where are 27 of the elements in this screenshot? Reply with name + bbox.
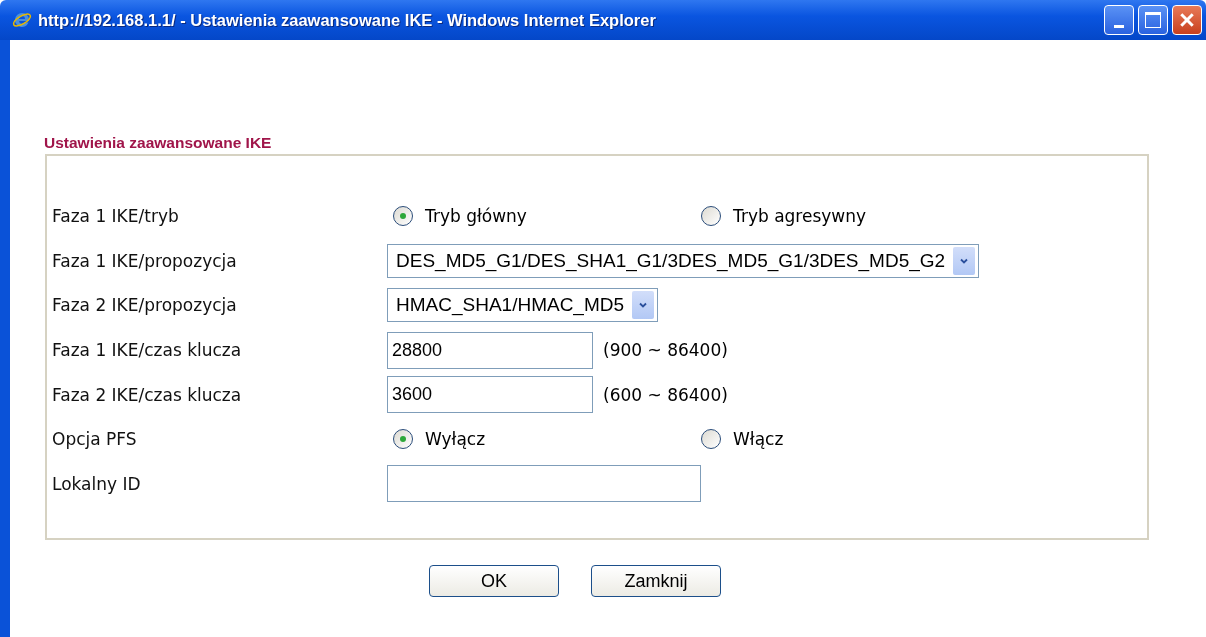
radio-option[interactable]: Wyłącz xyxy=(387,429,695,450)
range-hint: (600 ~ 86400) xyxy=(603,384,728,405)
radio-option[interactable]: Tryb główny xyxy=(387,206,695,227)
field-label: Faza 2 IKE/czas klucza xyxy=(52,384,243,405)
range-hint: (900 ~ 86400) xyxy=(603,340,728,361)
input-field[interactable]: 28800 xyxy=(387,331,593,369)
field-label: Faza 1 IKE/propozycja xyxy=(52,250,238,271)
field-label: Lokalny ID xyxy=(52,473,142,494)
field-label: Faza 1 IKE/czas klucza xyxy=(52,340,243,361)
minimize-button[interactable] xyxy=(1104,5,1134,35)
dialog-button[interactable]: Zamknij xyxy=(591,565,721,597)
field-label: Faza 2 IKE/propozycja xyxy=(52,295,238,316)
dialog-button[interactable]: OK xyxy=(429,565,559,597)
field-label: Opcja PFS xyxy=(52,429,138,450)
close-button[interactable] xyxy=(1172,5,1202,35)
section-title: Ustawienia zaawansowane IKE xyxy=(44,134,273,153)
input-field[interactable] xyxy=(387,465,701,503)
radio-option[interactable]: Tryb agresywny xyxy=(695,206,1003,227)
field-label: Faza 1 IKE/tryb xyxy=(52,206,180,227)
input-field[interactable]: 3600 xyxy=(387,376,593,414)
radio-option[interactable]: Włącz xyxy=(695,429,1003,450)
dropdown[interactable]: HMAC_SHA1/HMAC_MD5 xyxy=(387,288,659,323)
close-icon xyxy=(1179,12,1195,28)
maximize-button[interactable] xyxy=(1138,5,1168,35)
window-title: http://192.168.1.1/ - Ustawienia zaawansowane IKE - Windows Internet Explorer xyxy=(38,10,657,30)
dropdown[interactable]: DES_MD5_G1/DES_SHA1_G1/3DES_MD5_G1/3DES_MD5_G2 xyxy=(387,243,980,278)
browser-logo-icon xyxy=(12,10,32,30)
